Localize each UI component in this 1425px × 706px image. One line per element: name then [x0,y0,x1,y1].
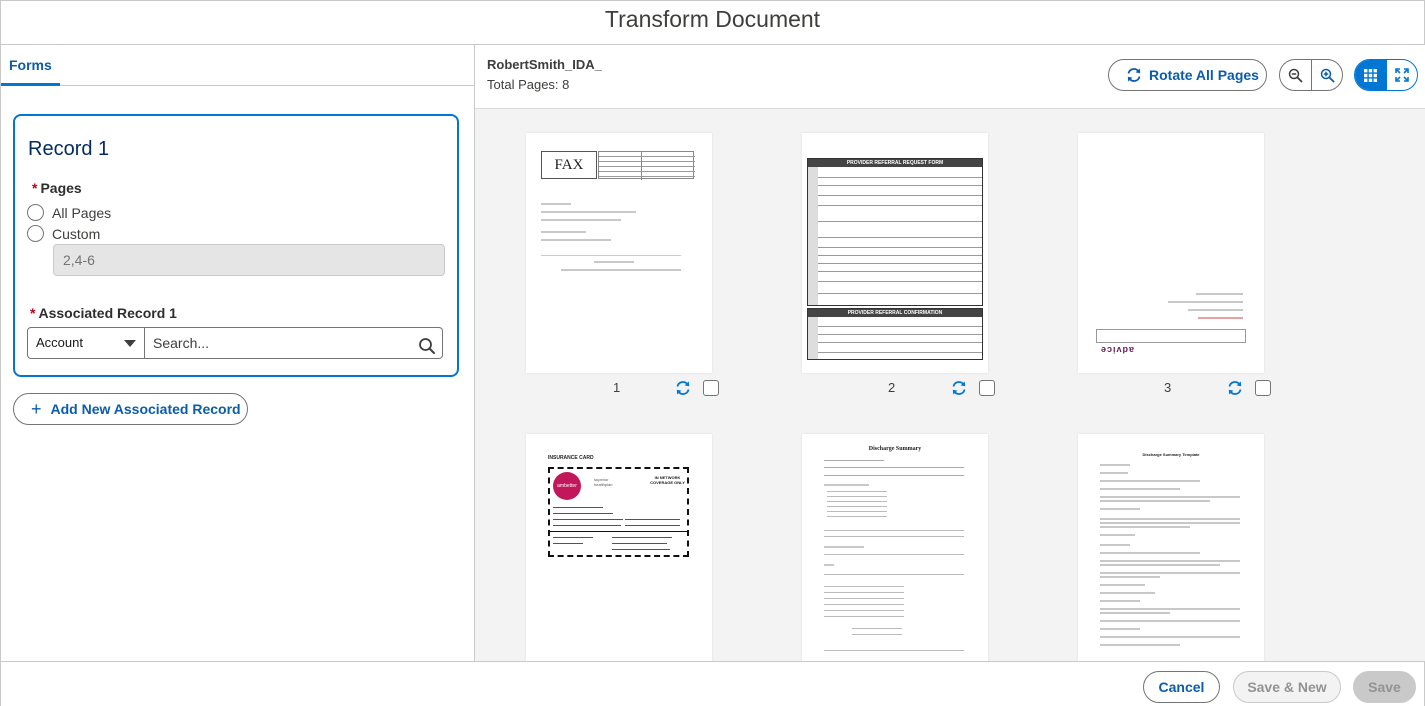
pages-label: * Pages [32,180,82,196]
fax-label: FAX [541,151,597,179]
radio-label: Custom [52,225,101,242]
page-thumbnail-grid: FAX 1 PROVIDER REFERRAL REQUEST FORM PRO… [475,109,1425,661]
tab-bar: Forms [1,45,474,86]
page-select-checkbox[interactable] [979,380,995,396]
record-search-input[interactable]: Search... [145,327,443,359]
tab-forms[interactable]: Forms [1,45,60,86]
document-toolbar: RobertSmith_IDA_ Total Pages: 8 Rotate A… [475,45,1425,109]
rotate-page-icon[interactable] [675,380,691,401]
referral-form-box: Provider Referral Request Form [807,158,983,306]
search-icon [418,335,436,365]
advice-logo: advice [1100,345,1135,355]
grid-icon [1364,68,1377,82]
grid-view-button[interactable] [1355,60,1386,90]
forms-panel: Forms Record 1 * Pages All Pages Custom 2… [1,45,475,661]
cancel-button[interactable]: Cancel [1143,671,1220,703]
save-and-new-button[interactable]: Save & New [1233,671,1341,703]
add-associated-record-button[interactable]: + Add New Associated Record [13,393,248,425]
modal-footer: Cancel Save & New Save [1,661,1424,706]
page-select-checkbox[interactable] [703,380,719,396]
document-name: RobertSmith_IDA_ [487,57,602,72]
page-number: 3 [1164,380,1172,395]
object-type-select[interactable]: Account [27,327,145,359]
expand-view-button[interactable] [1386,60,1417,90]
radio-label: All Pages [52,204,112,221]
associated-record-label: * Associated Record 1 [30,305,177,321]
insurance-card-image: ambetter superior healthplan IN NETWORK … [548,467,689,557]
required-marker: * [32,180,38,196]
radio-custom[interactable]: Custom [27,225,100,242]
page-thumbnail-6[interactable]: Discharge Summary Template [1078,434,1264,661]
record-title: Record 1 [28,138,110,160]
referral-confirmation-box: Provider Referral Confirmation [807,308,983,360]
rotate-page-icon[interactable] [1227,380,1243,401]
page-number: 2 [888,380,896,395]
zoom-in-icon [1320,68,1334,82]
page-number: 1 [613,380,621,395]
total-pages: Total Pages: 8 [487,77,570,92]
page-thumbnail-2[interactable]: Provider Referral Request Form [802,133,988,373]
rotate-icon [1127,68,1141,82]
radio-button[interactable] [27,225,44,242]
zoom-out-icon [1288,68,1303,82]
rotate-all-pages-button[interactable]: Rotate All Pages [1108,59,1267,91]
custom-pages-input[interactable]: 2,4-6 [53,244,445,276]
rotate-page-icon[interactable] [951,380,967,401]
chevron-down-icon [124,340,136,347]
modal: Transform Document Forms Record 1 * Pages… [0,0,1425,706]
page-thumbnail-1[interactable]: FAX [526,133,712,373]
required-marker: * [30,305,36,321]
zoom-in-button[interactable] [1311,60,1342,90]
radio-all-pages[interactable]: All Pages [27,204,111,221]
page-thumbnail-3[interactable]: advice [1078,133,1264,373]
zoom-out-button[interactable] [1280,60,1311,90]
page-select-checkbox[interactable] [1255,380,1271,396]
plus-icon: + [31,399,42,419]
page-thumbnail-5[interactable]: Discharge Summary [802,434,988,661]
expand-icon [1395,68,1409,82]
zoom-controls [1279,59,1343,91]
record-card: Record 1 * Pages All Pages Custom 2,4-6 *… [13,114,459,377]
modal-header: Transform Document [1,1,1424,45]
page-thumbnail-4[interactable]: INSURANCE CARD ambetter superior healthp… [526,434,712,661]
document-panel: RobertSmith_IDA_ Total Pages: 8 Rotate A… [475,45,1425,661]
view-toggle [1354,59,1418,91]
radio-button[interactable] [27,204,44,221]
fax-header-table [598,151,695,180]
modal-title: Transform Document [604,6,821,32]
save-button[interactable]: Save [1353,671,1416,703]
